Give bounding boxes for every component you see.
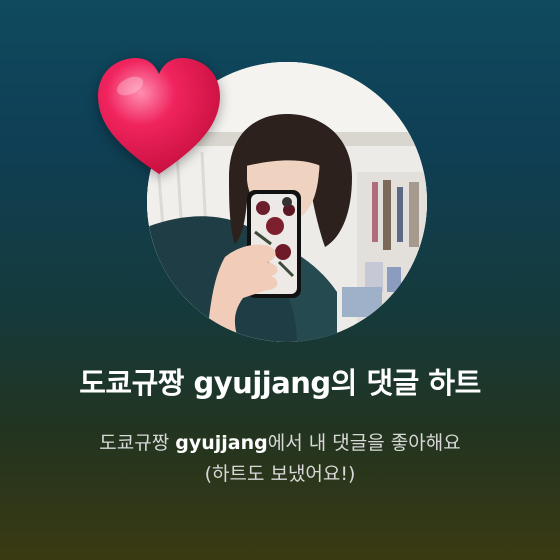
notification-body: 도쿄규짱 gyujjang에서 내 댓글을 좋아해요 (하트도 보냈어요!): [20, 428, 540, 490]
notification-body-line1: 도쿄규짱 gyujjang에서 내 댓글을 좋아해요: [20, 428, 540, 459]
heart-notification-card: 도쿄규짱 gyujjang의 댓글 하트 도쿄규짱 gyujjang에서 내 댓…: [0, 0, 560, 560]
body-prefix: 도쿄규짱: [99, 432, 176, 454]
body-username: gyujjang: [175, 432, 268, 454]
heart-icon: [92, 54, 226, 178]
notification-title: 도쿄규짱 gyujjang의 댓글 하트: [79, 366, 481, 400]
body-suffix: 에서 내 댓글을 좋아해요: [267, 432, 461, 454]
notification-body-line2: (하트도 보냈어요!): [204, 463, 356, 485]
